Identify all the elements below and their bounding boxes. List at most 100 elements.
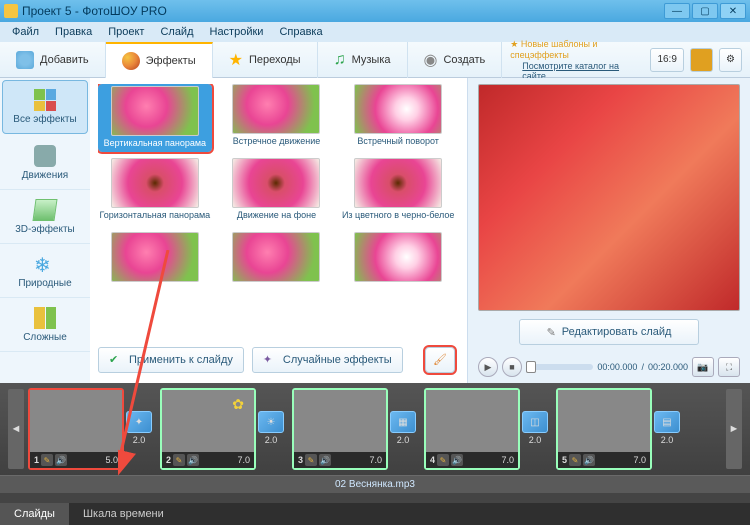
transition-4[interactable]: ◫2.0 [520,411,550,447]
bottom-tab-timescale[interactable]: Шкала времени [69,503,178,525]
aspect-button[interactable]: 16:9 [650,48,683,72]
menu-slide[interactable]: Слайд [154,24,199,40]
tab-label: Переходы [249,54,301,66]
wand-icon: ✦ [263,353,277,367]
movement-icon [34,145,56,167]
titlebar: Проект 5 - ФотоШОУ PRO — ▢ ✕ [0,0,750,22]
category-movements[interactable]: Движения [0,136,90,190]
stop-button[interactable]: ■ [502,357,522,377]
transition-3[interactable]: ▦2.0 [388,411,418,447]
slide-block-3[interactable]: 3✎🔊7.0 ▦2.0 [292,388,420,470]
slide-card[interactable]: 4✎🔊7.0 [424,388,520,470]
effect-item[interactable] [98,232,212,300]
seek-knob[interactable] [526,361,536,373]
effect-item[interactable] [341,232,455,300]
tab-effects[interactable]: Эффекты [106,42,213,78]
gear-clip-icon: ◉ [424,50,438,70]
category-label: Природные [18,278,71,289]
slide-block-1[interactable]: 1 ✎ 🔊 5.0 ✦ 2.0 [28,388,156,470]
edit-slide-icon[interactable]: ✎ [437,454,449,466]
category-complex[interactable]: Сложные [0,298,90,352]
effect-horizontal-panorama[interactable]: Горизонтальная панорама [98,158,212,226]
audio-track[interactable]: 02 Веснянка.mp3 [0,475,750,493]
slide-card[interactable]: 5✎🔊7.0 [556,388,652,470]
sound-slide-icon[interactable]: 🔊 [55,454,67,466]
menu-project[interactable]: Проект [102,24,150,40]
transition-duration: 2.0 [661,435,674,445]
tab-music[interactable]: ♫ Музыка [318,42,408,78]
transition-duration: 2.0 [133,435,146,445]
clear-effect-button[interactable]: 🖌 [425,347,455,373]
timeline-prev[interactable]: ◄ [8,389,24,469]
slide-card[interactable]: 2✎🔊7.0 [160,388,256,470]
effect-thumb [232,84,320,134]
slide-block-4[interactable]: 4✎🔊7.0 ◫2.0 [424,388,552,470]
apply-to-slide-button[interactable]: ✔ Применить к слайду [98,347,244,373]
maximize-button[interactable]: ▢ [692,3,718,19]
slide-block-5[interactable]: 5✎🔊7.0 ▤2.0 [556,388,684,470]
slide-thumb [294,390,386,452]
minimize-button[interactable]: — [664,3,690,19]
preview-viewport [478,84,740,311]
edit-slide-icon[interactable]: ✎ [41,454,53,466]
menu-help[interactable]: Справка [273,24,328,40]
snapshot-button[interactable]: 📷 [692,357,714,377]
edit-slide-icon[interactable]: ✎ [173,454,185,466]
slide-number: 1 [34,455,39,465]
time-total: 00:20.000 [648,362,688,372]
menu-file[interactable]: Файл [6,24,45,40]
seek-track[interactable] [526,364,593,370]
effect-counter-motion[interactable]: Встречное движение [220,84,334,152]
sound-slide-icon[interactable]: 🔊 [187,454,199,466]
menu-edit[interactable]: Правка [49,24,98,40]
category-all[interactable]: Все эффекты [2,80,88,134]
close-button[interactable]: ✕ [720,3,746,19]
tab-create[interactable]: ◉ Создать [408,42,503,78]
transition-duration: 2.0 [265,435,278,445]
timeline-next[interactable]: ► [726,389,742,469]
slide-duration: 7.0 [237,455,250,465]
edit-slide-button[interactable]: ✎ Редактировать слайд [519,319,699,345]
transition-1[interactable]: ✦ 2.0 [124,411,154,447]
effect-label: Из цветного в черно-белое [341,210,455,220]
effect-item[interactable] [220,232,334,300]
slide-number: 3 [298,455,303,465]
slide-thumb [426,390,518,452]
sound-slide-icon[interactable]: 🔊 [451,454,463,466]
fullscreen-button[interactable]: ⛶ [718,357,740,377]
transition-5[interactable]: ▤2.0 [652,411,682,447]
category-label: 3D-эффекты [15,224,75,235]
sound-slide-icon[interactable]: 🔊 [583,454,595,466]
timeline-scrollbar[interactable] [0,493,750,503]
play-button[interactable]: ▶ [478,357,498,377]
effects-grid-wrap: Вертикальная панорама Встречное движение… [90,78,467,383]
effect-vertical-panorama[interactable]: Вертикальная панорама [98,84,212,152]
tab-transitions[interactable]: ★ Переходы [213,42,318,78]
bottom-tab-slides[interactable]: Слайды [0,503,69,525]
effect-buttons: ✔ Применить к слайду ✦ Случайные эффекты… [98,341,455,379]
effect-motion-background[interactable]: Движение на фоне [220,158,334,226]
edit-slide-icon[interactable]: ✎ [569,454,581,466]
slide-card[interactable]: 1 ✎ 🔊 5.0 [28,388,124,470]
tab-add[interactable]: Добавить [0,42,106,78]
transition-2[interactable]: ☀2.0 [256,411,286,447]
menu-settings[interactable]: Настройки [204,24,270,40]
effect-thumb [354,84,442,134]
category-nature[interactable]: ❄ Природные [0,244,90,298]
settings-button[interactable]: ⚙ [719,48,742,72]
brush-icon: 🖌 [433,353,447,367]
slide-block-2[interactable]: 2✎🔊7.0 ☀2.0 [160,388,288,470]
effect-label: Горизонтальная панорама [98,210,212,220]
category-3d[interactable]: 3D-эффекты [0,190,90,244]
slide-card[interactable]: 3✎🔊7.0 [292,388,388,470]
random-effects-button[interactable]: ✦ Случайные эффекты [252,347,403,373]
transition-icon: ◫ [522,411,548,433]
slide-duration: 7.0 [633,455,646,465]
theme-button[interactable] [690,48,713,72]
edit-slide-icon[interactable]: ✎ [305,454,317,466]
sound-slide-icon[interactable]: 🔊 [319,454,331,466]
effect-color-to-bw[interactable]: Из цветного в черно-белое [341,158,455,226]
effect-counter-rotation[interactable]: Встречный поворот [341,84,455,152]
slide-thumb [30,390,122,452]
button-label: Случайные эффекты [283,354,392,366]
